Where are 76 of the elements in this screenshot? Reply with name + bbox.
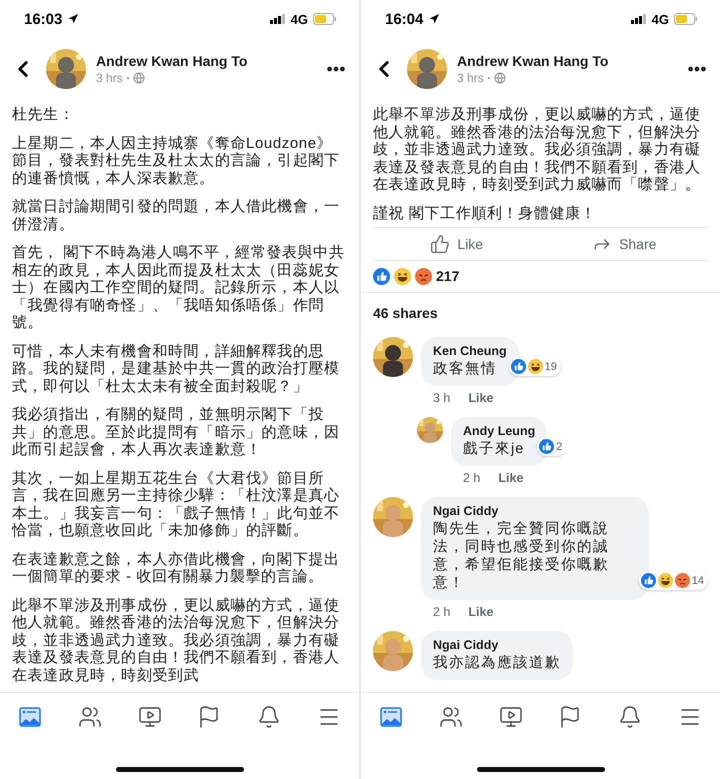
tab-button[interactable] [18,705,42,729]
tab-button[interactable] [138,705,162,729]
tab-button[interactable] [257,705,282,729]
author-name[interactable]: Andrew Kwan Hang To [96,53,248,69]
like-reaction-icon [373,268,390,285]
location-icon [428,13,440,25]
video-icon [138,705,162,729]
angry-emoji-icon [415,268,432,285]
laughing-emoji-icon [658,573,673,588]
like-reaction-icon [510,359,526,374]
video-icon [498,705,523,729]
commenter-name[interactable]: Ken Cheung [433,344,507,358]
status-time: 16:04 [385,10,424,28]
comment-text: 政客無情 [433,360,498,378]
signal-icon [630,14,647,24]
news-feed-icon [378,705,403,729]
like-link[interactable]: Like [468,391,494,405]
comment-text: 陶先生，完全贊同你嘅說法，同時也感受到你的誠意，希望佢能接受你嘅歉意！ [433,520,610,592]
post-paragraph: 謹祝 閣下工作順利！身體健康！ [373,204,598,222]
location-icon [67,13,80,25]
author-name[interactable]: Andrew Kwan Hang To [457,53,608,69]
notifications-icon [618,705,642,729]
like-button[interactable]: Like [373,228,540,260]
post-paragraph: 我必須指出，有關的疑問，並無明示閣下「投共」的意思。至於此提問有「暗示」的意味，因此而引起誤會，本人再次表達歉意！ [12,406,341,458]
post-time: 3 hrs [96,71,123,85]
dot-separator-icon [126,77,129,79]
tab-button[interactable] [378,705,403,729]
globe-icon [494,72,506,84]
tab-button[interactable] [618,705,642,729]
battery-icon [313,13,337,25]
post-time: 3 hrs [457,71,484,85]
post-paragraph: 杜先生： [12,106,76,124]
battery-icon [674,13,698,25]
share-count[interactable]: 46 shares [373,305,708,321]
tab-button[interactable] [498,705,523,729]
reaction-count[interactable]: 217 [436,268,460,284]
commenter-name[interactable]: Ngai Ciddy [433,504,637,518]
tab-button[interactable] [78,705,102,729]
laughing-emoji-icon [394,268,411,285]
post-paragraph: 此舉不單涉及刑事成份，更以威嚇的方式，逼使他人就範。雖然香港的法治每況愈下，但解決分歧，並非透過武力達致。我必須強調，暴力有礙表達及發表意見的自由！我們不願看到，香港人在表達政見時，時刻受到武 [12,596,341,684]
reaction-count[interactable]: 2 [537,437,566,456]
commenter-name[interactable]: Andy Leung [463,424,536,438]
like-reaction-icon [539,439,554,454]
post-paragraph: 此舉不單涉及刑事成份，更以威嚇的方式，逼使他人就範。雖然香港的法治每況愈下，但解決分歧，並非透過武力達致。我必須強調，暴力有礙表達及發表意見的自由！我們不願看到，香港人在表達政見時，時刻受到武力威嚇而「噤聲」。 [373,106,702,194]
status-time: 16:03 [24,10,62,28]
news-feed-icon [18,705,42,729]
network-type: 4G [290,12,308,26]
network-type: 4G [652,12,669,26]
post-paragraph: 就當日討論期間引發的問題，本人借此機會，一併澄清。 [12,198,341,233]
friends-icon [438,705,463,729]
share-button[interactable]: Share [540,228,708,260]
post-paragraph: 可惜，本人未有機會和時間，詳細解釋我的思路。我的疑問，是建基於中共一貫的政治打壓模式，即何以「杜太太未有被全面封殺呢？」 [12,342,341,395]
angry-emoji-icon [674,573,690,588]
thumbs-up-icon [430,234,450,254]
post-paragraph: 其次，一如上星期五花生台《大君伐》節目所言，我在回應另一主持徐少驊：「杜汶澤是真心本土。」我妄言一句：「戲子無情！」此句並不恰當，也願意收回此「未加修飾」的評斷。 [12,470,341,540]
reaction-count[interactable]: 19 [508,357,561,376]
friends-icon [78,705,102,729]
comment-time: 3 h [433,391,450,405]
like-link[interactable]: Like [468,605,494,619]
reaction-count[interactable]: 14 [638,571,708,590]
dot-separator-icon [488,77,490,79]
like-reaction-icon [640,573,656,588]
laughing-emoji-icon [528,359,543,374]
notifications-icon [257,705,282,729]
comment-time: 2 h [433,605,450,619]
like-link[interactable]: Like [498,471,524,485]
comment-time: 2 h [463,471,480,485]
comment-text: 我亦認為應該道歉 [433,654,561,672]
post-paragraph: 上星期二，本人因主持城寨《奪命Loudzone》節目，發表對杜先生及杜太太的言論，引起閣下的連番憤慨，本人深表歉意。 [12,134,341,187]
tab-button[interactable] [438,705,463,729]
comment-text: 戲子來je [463,440,526,458]
post-paragraph: 首先， 閣下不時為港人鳴不平，經常發表與中共相左的政見，本人因此而提及杜太太（田蕊妮女士）在國內工作空間的疑問。記錄所示，本人以「我覺得有啲奇怪」、「我唔知係唔係」作問號。 [12,244,346,332]
signal-icon [270,14,286,24]
globe-icon [132,72,145,84]
commenter-name[interactable]: Ngai Ciddy [433,638,561,652]
post-paragraph: 在表達歉意之餘，本人亦借此機會，向閣下提出一個簡單的要求 - 收回有關暴力襲擊的言論。 [12,550,341,586]
